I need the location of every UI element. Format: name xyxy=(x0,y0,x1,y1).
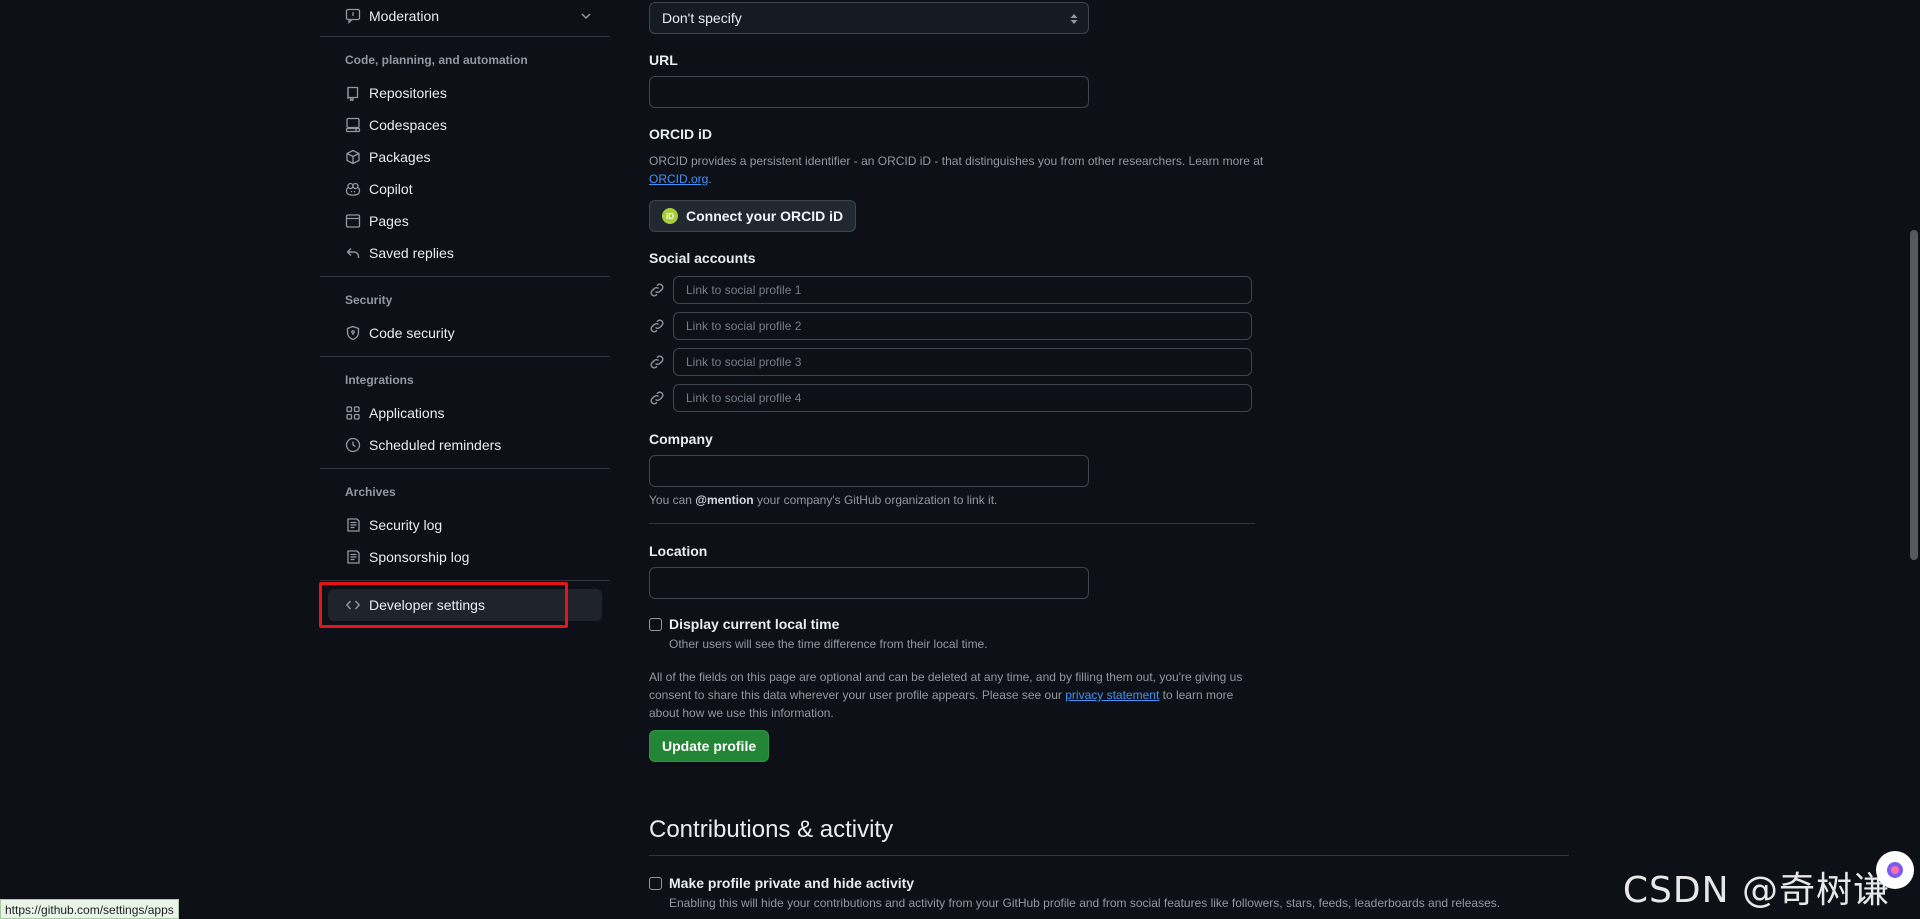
company-note-text: You can xyxy=(649,493,696,507)
orcid-link[interactable]: ORCID.org xyxy=(649,172,708,186)
social-row-2 xyxy=(649,312,1252,340)
scrollbar-thumb[interactable] xyxy=(1910,230,1918,560)
connect-orcid-button[interactable]: iD Connect your ORCID iD xyxy=(649,200,857,232)
orcid-label: ORCID iD xyxy=(649,126,712,142)
orcid-description: ORCID provides a persistent identifier -… xyxy=(649,152,1269,188)
orcid-logo-icon: iD xyxy=(662,208,678,224)
log-icon xyxy=(345,517,361,533)
select-arrows-icon xyxy=(1068,11,1080,27)
page-scrollbar[interactable] xyxy=(1908,0,1920,919)
update-profile-button[interactable]: Update profile xyxy=(649,730,770,762)
clock-icon xyxy=(345,437,361,453)
company-note: You can @mention your company's GitHub o… xyxy=(649,491,997,509)
sidebar-item-label: Packages xyxy=(369,149,431,165)
sidebar-divider xyxy=(320,356,610,357)
company-input[interactable] xyxy=(649,455,1089,487)
location-label: Location xyxy=(649,543,708,559)
sidebar-divider xyxy=(320,276,610,277)
sidebar-heading-archives: Archives xyxy=(345,485,396,499)
privacy-statement-link[interactable]: privacy statement xyxy=(1065,688,1159,702)
link-icon xyxy=(649,390,665,406)
sidebar-item-label: Scheduled reminders xyxy=(369,437,502,453)
csdn-watermark: CSDN @奇树谦 xyxy=(1622,870,1890,911)
report-icon xyxy=(345,8,361,24)
orcid-description-text: ORCID provides a persistent identifier -… xyxy=(649,154,1264,168)
sidebar-item-label: Saved replies xyxy=(369,245,454,261)
link-icon xyxy=(649,318,665,334)
sidebar-item-codespaces[interactable]: Codespaces xyxy=(328,109,602,141)
social-profile-2-input[interactable] xyxy=(673,312,1252,340)
private-profile-note: Enabling this will hide your contributio… xyxy=(669,896,1501,910)
repo-icon xyxy=(345,85,361,101)
sidebar-item-sponsorship-log[interactable]: Sponsorship log xyxy=(328,541,602,573)
sidebar-item-label: Applications xyxy=(369,405,445,421)
sidebar-item-developer-settings[interactable]: Developer settings xyxy=(328,589,602,621)
private-profile-label[interactable]: Make profile private and hide activity xyxy=(669,875,914,891)
sidebar-item-applications[interactable]: Applications xyxy=(328,397,602,429)
sidebar-item-security-log[interactable]: Security log xyxy=(328,509,602,541)
company-label: Company xyxy=(649,431,713,447)
sidebar-item-copilot[interactable]: Copilot xyxy=(328,173,602,205)
sidebar-item-label: Copilot xyxy=(369,181,413,197)
sidebar-item-label: Pages xyxy=(369,213,409,229)
codespaces-icon xyxy=(345,117,361,133)
shield-lock-icon xyxy=(345,325,361,341)
reply-icon xyxy=(345,245,361,261)
sidebar-heading-code: Code, planning, and automation xyxy=(345,53,528,67)
form-divider xyxy=(649,523,1255,524)
sidebar-item-label: Security log xyxy=(369,517,443,533)
sidebar-item-label: Sponsorship log xyxy=(369,549,470,565)
local-time-note: Other users will see the time difference… xyxy=(669,637,988,651)
contributions-section-title: Contributions & activity xyxy=(649,816,894,843)
social-profile-3-input[interactable] xyxy=(673,348,1252,376)
sidebar-item-scheduled-reminders[interactable]: Scheduled reminders xyxy=(328,429,602,461)
sidebar-item-code-security[interactable]: Code security xyxy=(328,317,602,349)
orcid-period: . xyxy=(708,172,712,186)
private-profile-checkbox[interactable] xyxy=(649,877,662,890)
sidebar-divider xyxy=(320,468,610,469)
company-note-text: your company's GitHub organization to li… xyxy=(753,493,998,507)
sidebar-heading-integrations: Integrations xyxy=(345,373,414,387)
link-icon xyxy=(649,354,665,370)
chevron-down-icon[interactable] xyxy=(578,8,594,24)
sidebar-divider xyxy=(320,36,610,37)
status-bar-url: https://github.com/settings/apps xyxy=(0,899,179,919)
url-input[interactable] xyxy=(649,76,1089,108)
location-input[interactable] xyxy=(649,567,1089,599)
log-icon xyxy=(345,549,361,565)
pronouns-select[interactable]: Don't specify xyxy=(649,2,1089,34)
sidebar-item-moderation[interactable]: Moderation xyxy=(328,0,602,32)
sidebar-item-saved-replies[interactable]: Saved replies xyxy=(328,237,602,269)
browser-icon xyxy=(345,213,361,229)
package-icon xyxy=(345,149,361,165)
sidebar-item-label: Developer settings xyxy=(369,597,485,613)
sidebar-item-label: Repositories xyxy=(369,85,447,101)
sidebar-item-pages[interactable]: Pages xyxy=(328,205,602,237)
local-time-label[interactable]: Display current local time xyxy=(669,616,839,632)
social-profile-1-input[interactable] xyxy=(673,276,1252,304)
sidebar-item-repositories[interactable]: Repositories xyxy=(328,77,602,109)
url-label: URL xyxy=(649,52,678,68)
pronouns-select-value: Don't specify xyxy=(662,10,742,26)
mention-keyword: @mention xyxy=(695,493,754,507)
link-icon xyxy=(649,282,665,298)
sidebar-item-label: Moderation xyxy=(369,8,440,24)
social-row-1 xyxy=(649,276,1252,304)
apps-icon xyxy=(345,405,361,421)
social-profile-4-input[interactable] xyxy=(673,384,1252,412)
connect-orcid-label: Connect your ORCID iD xyxy=(686,208,844,224)
sidebar-divider xyxy=(320,580,610,581)
section-divider xyxy=(649,855,1569,856)
social-row-4 xyxy=(649,384,1252,412)
sidebar-item-packages[interactable]: Packages xyxy=(328,141,602,173)
social-accounts-label: Social accounts xyxy=(649,250,756,266)
sidebar-item-label: Codespaces xyxy=(369,117,447,133)
sidebar-heading-security: Security xyxy=(345,293,393,307)
copilot-icon xyxy=(345,181,361,197)
consent-note: All of the fields on this page are optio… xyxy=(649,668,1259,722)
local-time-checkbox[interactable] xyxy=(649,618,662,631)
code-icon xyxy=(345,597,361,613)
social-row-3 xyxy=(649,348,1252,376)
sidebar-item-label: Code security xyxy=(369,325,455,341)
